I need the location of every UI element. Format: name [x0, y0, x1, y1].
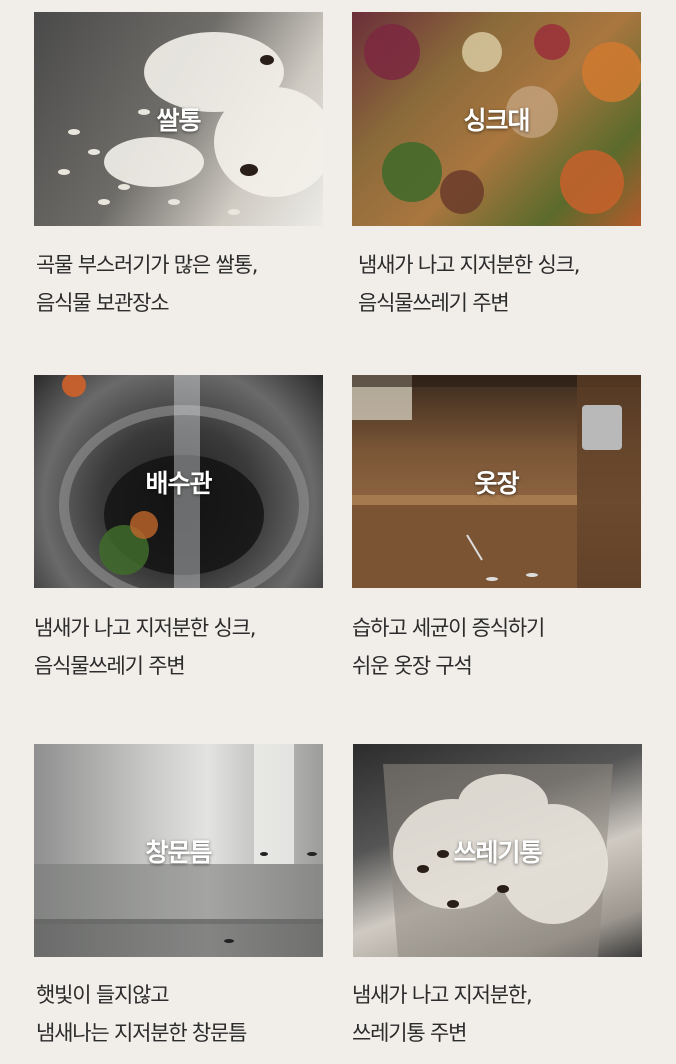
description-line: 음식물 보관장소 [36, 291, 170, 315]
sink-image: 싱크대 [352, 12, 641, 226]
rice-bin-image: 쌀통 [34, 12, 323, 226]
description-line: 냄새가 나고 지저분한 싱크, [358, 253, 580, 277]
window-gap-label: 창문틈 [145, 837, 212, 867]
description-line: 쓰레기통 주변 [352, 1021, 467, 1045]
trash-can-image: 쓰레기통 [353, 744, 642, 957]
window-gap-image: 창문틈 [34, 744, 323, 957]
drain-description: 냄새가 나고 지저분한 싱크, 음식물쓰레기 주변 [34, 609, 256, 685]
description-line: 음식물쓰레기 주변 [358, 291, 510, 315]
description-line: 냄새가 나고 지저분한 싱크, [34, 616, 256, 640]
drain-image: 배수관 [34, 375, 323, 588]
sink-label: 싱크대 [463, 106, 530, 135]
description-line: 햇빛이 들지않고 [36, 983, 170, 1007]
rice-bin-description: 곡물 부스러기가 많은 쌀통, 음식물 보관장소 [36, 246, 258, 322]
closet-label: 옷장 [474, 468, 519, 498]
sink-description: 냄새가 나고 지저분한 싱크, 음식물쓰레기 주변 [358, 246, 580, 322]
rice-bin-label: 쌀통 [156, 106, 201, 135]
description-line: 쉬운 옷장 구석 [352, 654, 473, 678]
window-gap-description: 햇빛이 들지않고 냄새나는 지저분한 창문틈 [36, 976, 247, 1052]
closet-image: 옷장 [352, 375, 641, 588]
description-line: 냄새나는 지저분한 창문틈 [36, 1021, 247, 1045]
drain-label: 배수관 [145, 468, 212, 498]
trash-can-description: 냄새가 나고 지저분한, 쓰레기통 주변 [352, 976, 533, 1052]
closet-description: 습하고 세균이 증식하기 쉬운 옷장 구석 [352, 609, 545, 685]
description-line: 곡물 부스러기가 많은 쌀통, [36, 253, 258, 277]
description-line: 냄새가 나고 지저분한, [352, 983, 533, 1007]
trash-can-label: 쓰레기통 [453, 837, 542, 867]
description-line: 습하고 세균이 증식하기 [352, 616, 545, 640]
description-line: 음식물쓰레기 주변 [34, 654, 186, 678]
